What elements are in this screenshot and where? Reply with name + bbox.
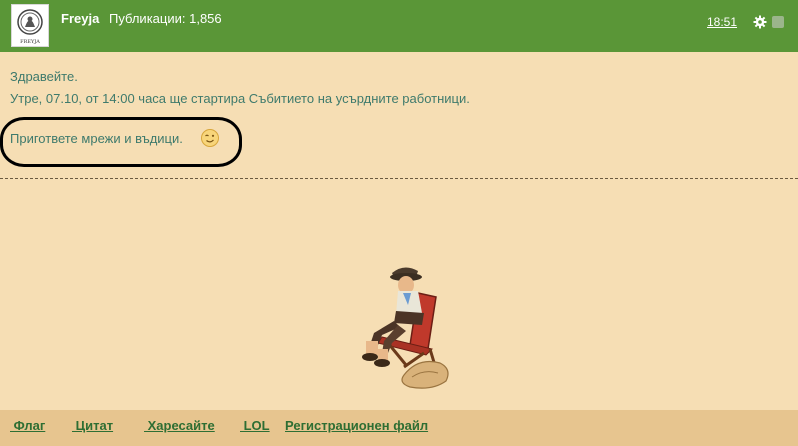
like-link[interactable]: Харесайте — [144, 418, 215, 433]
post-time-link[interactable]: 18:51 — [707, 15, 737, 29]
gear-icon[interactable] — [753, 15, 767, 29]
square-icon[interactable] — [772, 16, 784, 28]
message-greeting: Здравейте. — [10, 69, 78, 84]
flag-link[interactable]: Флаг — [10, 418, 46, 433]
forum-post: FREYJA Freyja Публикации: 1,856 18:51 Зд… — [0, 0, 798, 446]
sack-icon — [401, 360, 449, 389]
author-name[interactable]: Freyja — [61, 11, 99, 26]
character-illustration — [362, 267, 449, 389]
avatar-emblem-icon: FREYJA — [17, 9, 43, 45]
post-header: FREYJA Freyja Публикации: 1,856 18:51 — [0, 0, 798, 52]
post-count-label: Публикации: — [109, 11, 186, 26]
avatar[interactable]: FREYJA — [11, 4, 49, 47]
post-count: Публикации: 1,856 — [109, 11, 222, 26]
highlight-circle — [0, 117, 242, 167]
post-count-value: 1,856 — [189, 11, 222, 26]
registry-file-link[interactable]: Регистрационен файл — [285, 418, 428, 433]
post-divider — [0, 178, 798, 179]
quote-link[interactable]: Цитат — [72, 418, 113, 433]
message-event-line: Утре, 07.10, от 14:00 часа ще стартира С… — [10, 91, 470, 106]
lol-link[interactable]: LOL — [240, 418, 270, 433]
post-footer: Флаг Цитат Харесайте LOL Регистрационен … — [0, 410, 798, 446]
avatar-caption: FREYJA — [20, 39, 40, 45]
